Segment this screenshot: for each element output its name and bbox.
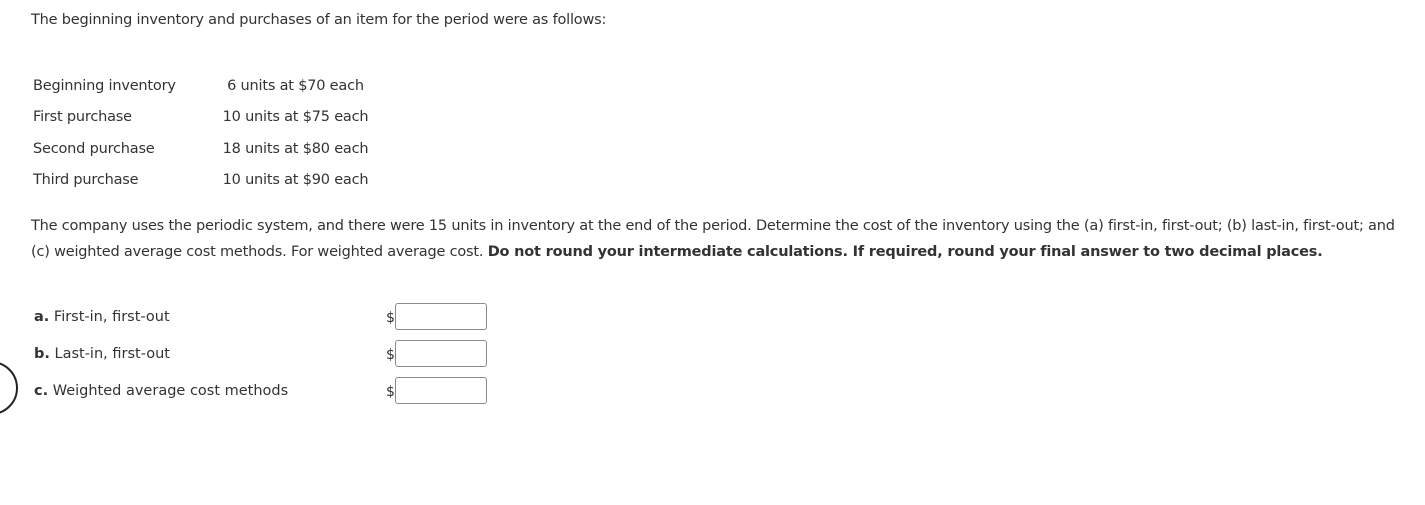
lifo-answer-input[interactable] bbox=[395, 340, 487, 367]
inventory-table: Beginning inventory 6 units at $70 each … bbox=[31, 70, 373, 196]
table-row: First purchase 10 units at $75 each bbox=[31, 102, 373, 134]
currency-symbol: $ bbox=[386, 310, 395, 326]
row-label: Second purchase bbox=[33, 140, 155, 157]
answer-letter: b. bbox=[34, 346, 50, 362]
instructions: The company uses the periodic system, an… bbox=[31, 213, 1406, 265]
row-label: Beginning inventory bbox=[33, 77, 176, 94]
currency-symbol: $ bbox=[386, 384, 395, 400]
row-value: 10 units at $75 each bbox=[222, 109, 369, 126]
intro-text: The beginning inventory and purchases of… bbox=[31, 12, 607, 28]
answer-label-b: b. Last-in, first-out bbox=[34, 346, 170, 362]
weighted-average-answer-input[interactable] bbox=[395, 377, 487, 404]
instructions-bold: Do not round your intermediate calculati… bbox=[487, 244, 1323, 260]
table-row: Beginning inventory 6 units at $70 each bbox=[31, 70, 373, 102]
row-value: 6 units at $70 each bbox=[227, 77, 364, 94]
fifo-answer-input[interactable] bbox=[395, 303, 487, 330]
table-row: Third purchase 10 units at $90 each bbox=[31, 165, 373, 197]
row-value: 10 units at $90 each bbox=[222, 172, 369, 189]
answer-label-c: c. Weighted average cost methods bbox=[34, 383, 288, 399]
currency-symbol: $ bbox=[386, 347, 395, 363]
answer-text: Last-in, first-out bbox=[54, 346, 170, 362]
answer-letter: a. bbox=[34, 309, 50, 325]
circle-marker bbox=[0, 361, 18, 415]
answer-text: Weighted average cost methods bbox=[52, 383, 289, 399]
row-value: 18 units at $80 each bbox=[222, 140, 369, 157]
row-label: Third purchase bbox=[33, 172, 139, 189]
row-label: First purchase bbox=[33, 109, 132, 126]
answer-letter: c. bbox=[34, 383, 49, 399]
answer-label-a: a. First-in, first-out bbox=[34, 309, 170, 325]
table-row: Second purchase 18 units at $80 each bbox=[31, 133, 373, 165]
answer-text: First-in, first-out bbox=[53, 309, 170, 325]
